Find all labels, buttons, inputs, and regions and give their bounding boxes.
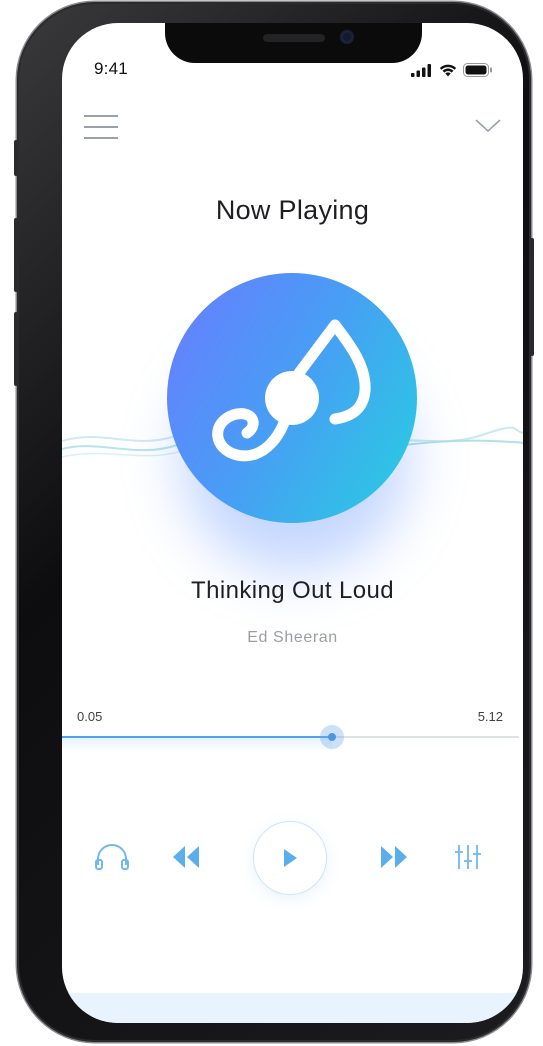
page-title: Now Playing xyxy=(215,195,370,225)
headphones-button[interactable] xyxy=(92,835,132,879)
wifi-icon xyxy=(439,64,457,76)
progress-glow xyxy=(62,738,332,752)
play-icon xyxy=(284,849,297,867)
earpiece-speaker xyxy=(263,34,325,42)
total-time: 5.12 xyxy=(477,709,503,724)
song-title: Thinking Out Loud xyxy=(191,577,394,604)
fast-forward-button[interactable] xyxy=(374,835,414,879)
volume-down-button xyxy=(14,312,18,386)
power-button xyxy=(530,238,534,356)
chevron-down-icon xyxy=(475,119,501,133)
elapsed-time: 0.05 xyxy=(77,709,103,724)
signal-icon xyxy=(411,63,431,77)
headphones-icon xyxy=(95,844,129,870)
album-artwork xyxy=(167,273,417,523)
artist-name: Ed Sheeran xyxy=(247,629,338,646)
progress-fill xyxy=(62,736,332,738)
volume-up-button xyxy=(14,218,18,292)
rewind-icon xyxy=(173,846,199,868)
screen: 9:41 Now Playing Thinking Out Loud Ed Sh… xyxy=(62,23,523,1023)
fast-forward-icon xyxy=(381,846,407,868)
mute-switch xyxy=(14,140,18,176)
progress-track[interactable] xyxy=(62,736,519,738)
front-camera xyxy=(340,30,354,44)
progress-knob[interactable] xyxy=(320,725,344,749)
status-icons xyxy=(411,63,493,77)
phone-frame: 9:41 Now Playing Thinking Out Loud Ed Sh… xyxy=(14,2,534,1042)
music-note-icon xyxy=(212,319,371,462)
battery-icon xyxy=(463,63,492,77)
rewind-button[interactable] xyxy=(166,835,206,879)
bottom-panel xyxy=(62,993,523,1023)
menu-button[interactable] xyxy=(84,115,120,141)
collapse-button[interactable] xyxy=(475,118,501,136)
equalizer-icon xyxy=(455,845,481,869)
status-time: 9:41 xyxy=(94,59,128,78)
equalizer-button[interactable] xyxy=(448,835,488,879)
play-button[interactable] xyxy=(253,821,327,895)
notch xyxy=(165,23,422,63)
